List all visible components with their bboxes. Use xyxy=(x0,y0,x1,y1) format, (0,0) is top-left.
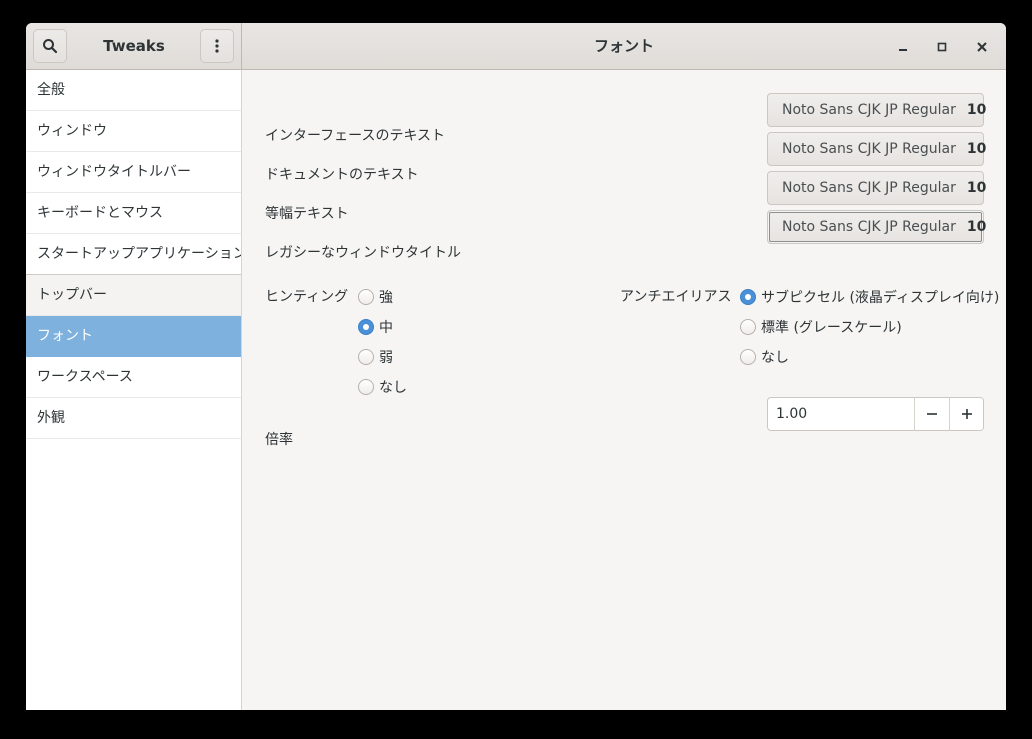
legacy-window-title-font-button[interactable]: Noto Sans CJK JP Regular 10 xyxy=(767,210,987,244)
search-icon xyxy=(43,39,58,54)
radio-label: サブピクセル (液晶ディスプレイ向け) xyxy=(761,290,1000,306)
sidebar-item-window-titlebars[interactable]: ウィンドウタイトルバー xyxy=(26,152,241,193)
font-name: Noto Sans CJK JP Regular xyxy=(782,141,956,157)
radio-label: 弱 xyxy=(379,350,393,366)
hinting-medium-radio[interactable]: 中 xyxy=(358,317,393,337)
hinting-none-radio[interactable]: なし xyxy=(358,377,407,397)
interface-font-button[interactable]: Noto Sans CJK JP Regular 10 xyxy=(767,93,987,127)
menu-button[interactable] xyxy=(200,29,234,63)
font-size: 10 xyxy=(966,141,987,157)
sidebar-item-windows[interactable]: ウィンドウ xyxy=(26,111,241,152)
antialiasing-subpixel-radio[interactable]: サブピクセル (液晶ディスプレイ向け) xyxy=(740,287,999,307)
sidebar-item-workspaces[interactable]: ワークスペース xyxy=(26,357,241,398)
sidebar-item-startup-applications[interactable]: スタートアップアプリケーション xyxy=(26,234,241,275)
monospace-font-button[interactable]: Noto Sans CJK JP Regular 10 xyxy=(767,171,987,205)
sidebar-item-fonts[interactable]: フォント xyxy=(26,316,241,357)
legacy-window-title-label: レガシーなウィンドウタイトル xyxy=(265,245,461,261)
app-title: Tweaks xyxy=(103,37,165,55)
sidebar: 全般 ウィンドウ ウィンドウタイトルバー キーボードとマウス スタートアップアプ… xyxy=(26,70,242,710)
antialiasing-standard-radio[interactable]: 標準 (グレースケール) xyxy=(740,317,902,337)
minimize-button[interactable] xyxy=(891,35,915,59)
increase-button[interactable] xyxy=(949,398,983,430)
radio-indicator xyxy=(358,349,374,365)
decrease-button[interactable] xyxy=(914,398,949,430)
header-bar: Tweaks フォント xyxy=(26,23,1006,70)
vertical-dots-icon xyxy=(215,39,219,53)
radio-label: 中 xyxy=(379,320,393,336)
font-name: Noto Sans CJK JP Regular xyxy=(782,102,956,118)
sidebar-header: Tweaks xyxy=(26,23,242,70)
radio-indicator xyxy=(358,289,374,305)
close-button[interactable] xyxy=(970,35,994,59)
maximize-button[interactable] xyxy=(930,35,954,59)
fonts-panel: インターフェースのテキスト Noto Sans CJK JP Regular 1… xyxy=(242,70,1006,710)
interface-text-label: インターフェースのテキスト xyxy=(265,128,446,144)
radio-indicator xyxy=(740,289,756,305)
monospace-text-label: 等幅テキスト xyxy=(265,206,349,222)
close-icon xyxy=(977,42,987,52)
tweaks-window: Tweaks フォント 全般 ウィンドウ ウィンドウタイトルバー キーボードとマ… xyxy=(26,23,1006,710)
sidebar-item-keyboard-mouse[interactable]: キーボードとマウス xyxy=(26,193,241,234)
radio-label: なし xyxy=(761,350,789,366)
radio-indicator xyxy=(740,349,756,365)
scaling-factor-label: 倍率 xyxy=(265,432,293,448)
minus-icon xyxy=(927,413,937,415)
plus-icon xyxy=(962,409,972,419)
maximize-icon xyxy=(937,42,947,52)
radio-indicator xyxy=(358,379,374,395)
hinting-full-radio[interactable]: 強 xyxy=(358,287,393,307)
sidebar-item-general[interactable]: 全般 xyxy=(26,70,241,111)
document-text-label: ドキュメントのテキスト xyxy=(265,167,419,183)
document-font-button[interactable]: Noto Sans CJK JP Regular 10 xyxy=(767,132,987,166)
radio-indicator xyxy=(740,319,756,335)
sidebar-item-appearance[interactable]: 外観 xyxy=(26,398,241,439)
minimize-icon xyxy=(899,49,907,51)
font-name: Noto Sans CJK JP Regular xyxy=(782,180,956,196)
font-size: 10 xyxy=(966,180,987,196)
radio-label: 標準 (グレースケール) xyxy=(761,320,902,336)
font-size: 10 xyxy=(966,102,987,118)
antialiasing-label: アンチエイリアス xyxy=(620,289,732,305)
scaling-factor-input[interactable]: 1.00 xyxy=(776,398,807,430)
font-size: 10 xyxy=(966,219,987,235)
hinting-label: ヒンティング xyxy=(265,289,349,305)
scaling-factor-spinbutton: 1.00 xyxy=(767,397,984,431)
radio-indicator xyxy=(358,319,374,335)
radio-label: 強 xyxy=(379,290,393,306)
font-name: Noto Sans CJK JP Regular xyxy=(782,219,956,235)
antialiasing-none-radio[interactable]: なし xyxy=(740,347,789,367)
radio-label: なし xyxy=(379,380,407,396)
hinting-slight-radio[interactable]: 弱 xyxy=(358,347,393,367)
sidebar-item-top-bar[interactable]: トップバー xyxy=(26,275,241,316)
search-button[interactable] xyxy=(33,29,67,63)
